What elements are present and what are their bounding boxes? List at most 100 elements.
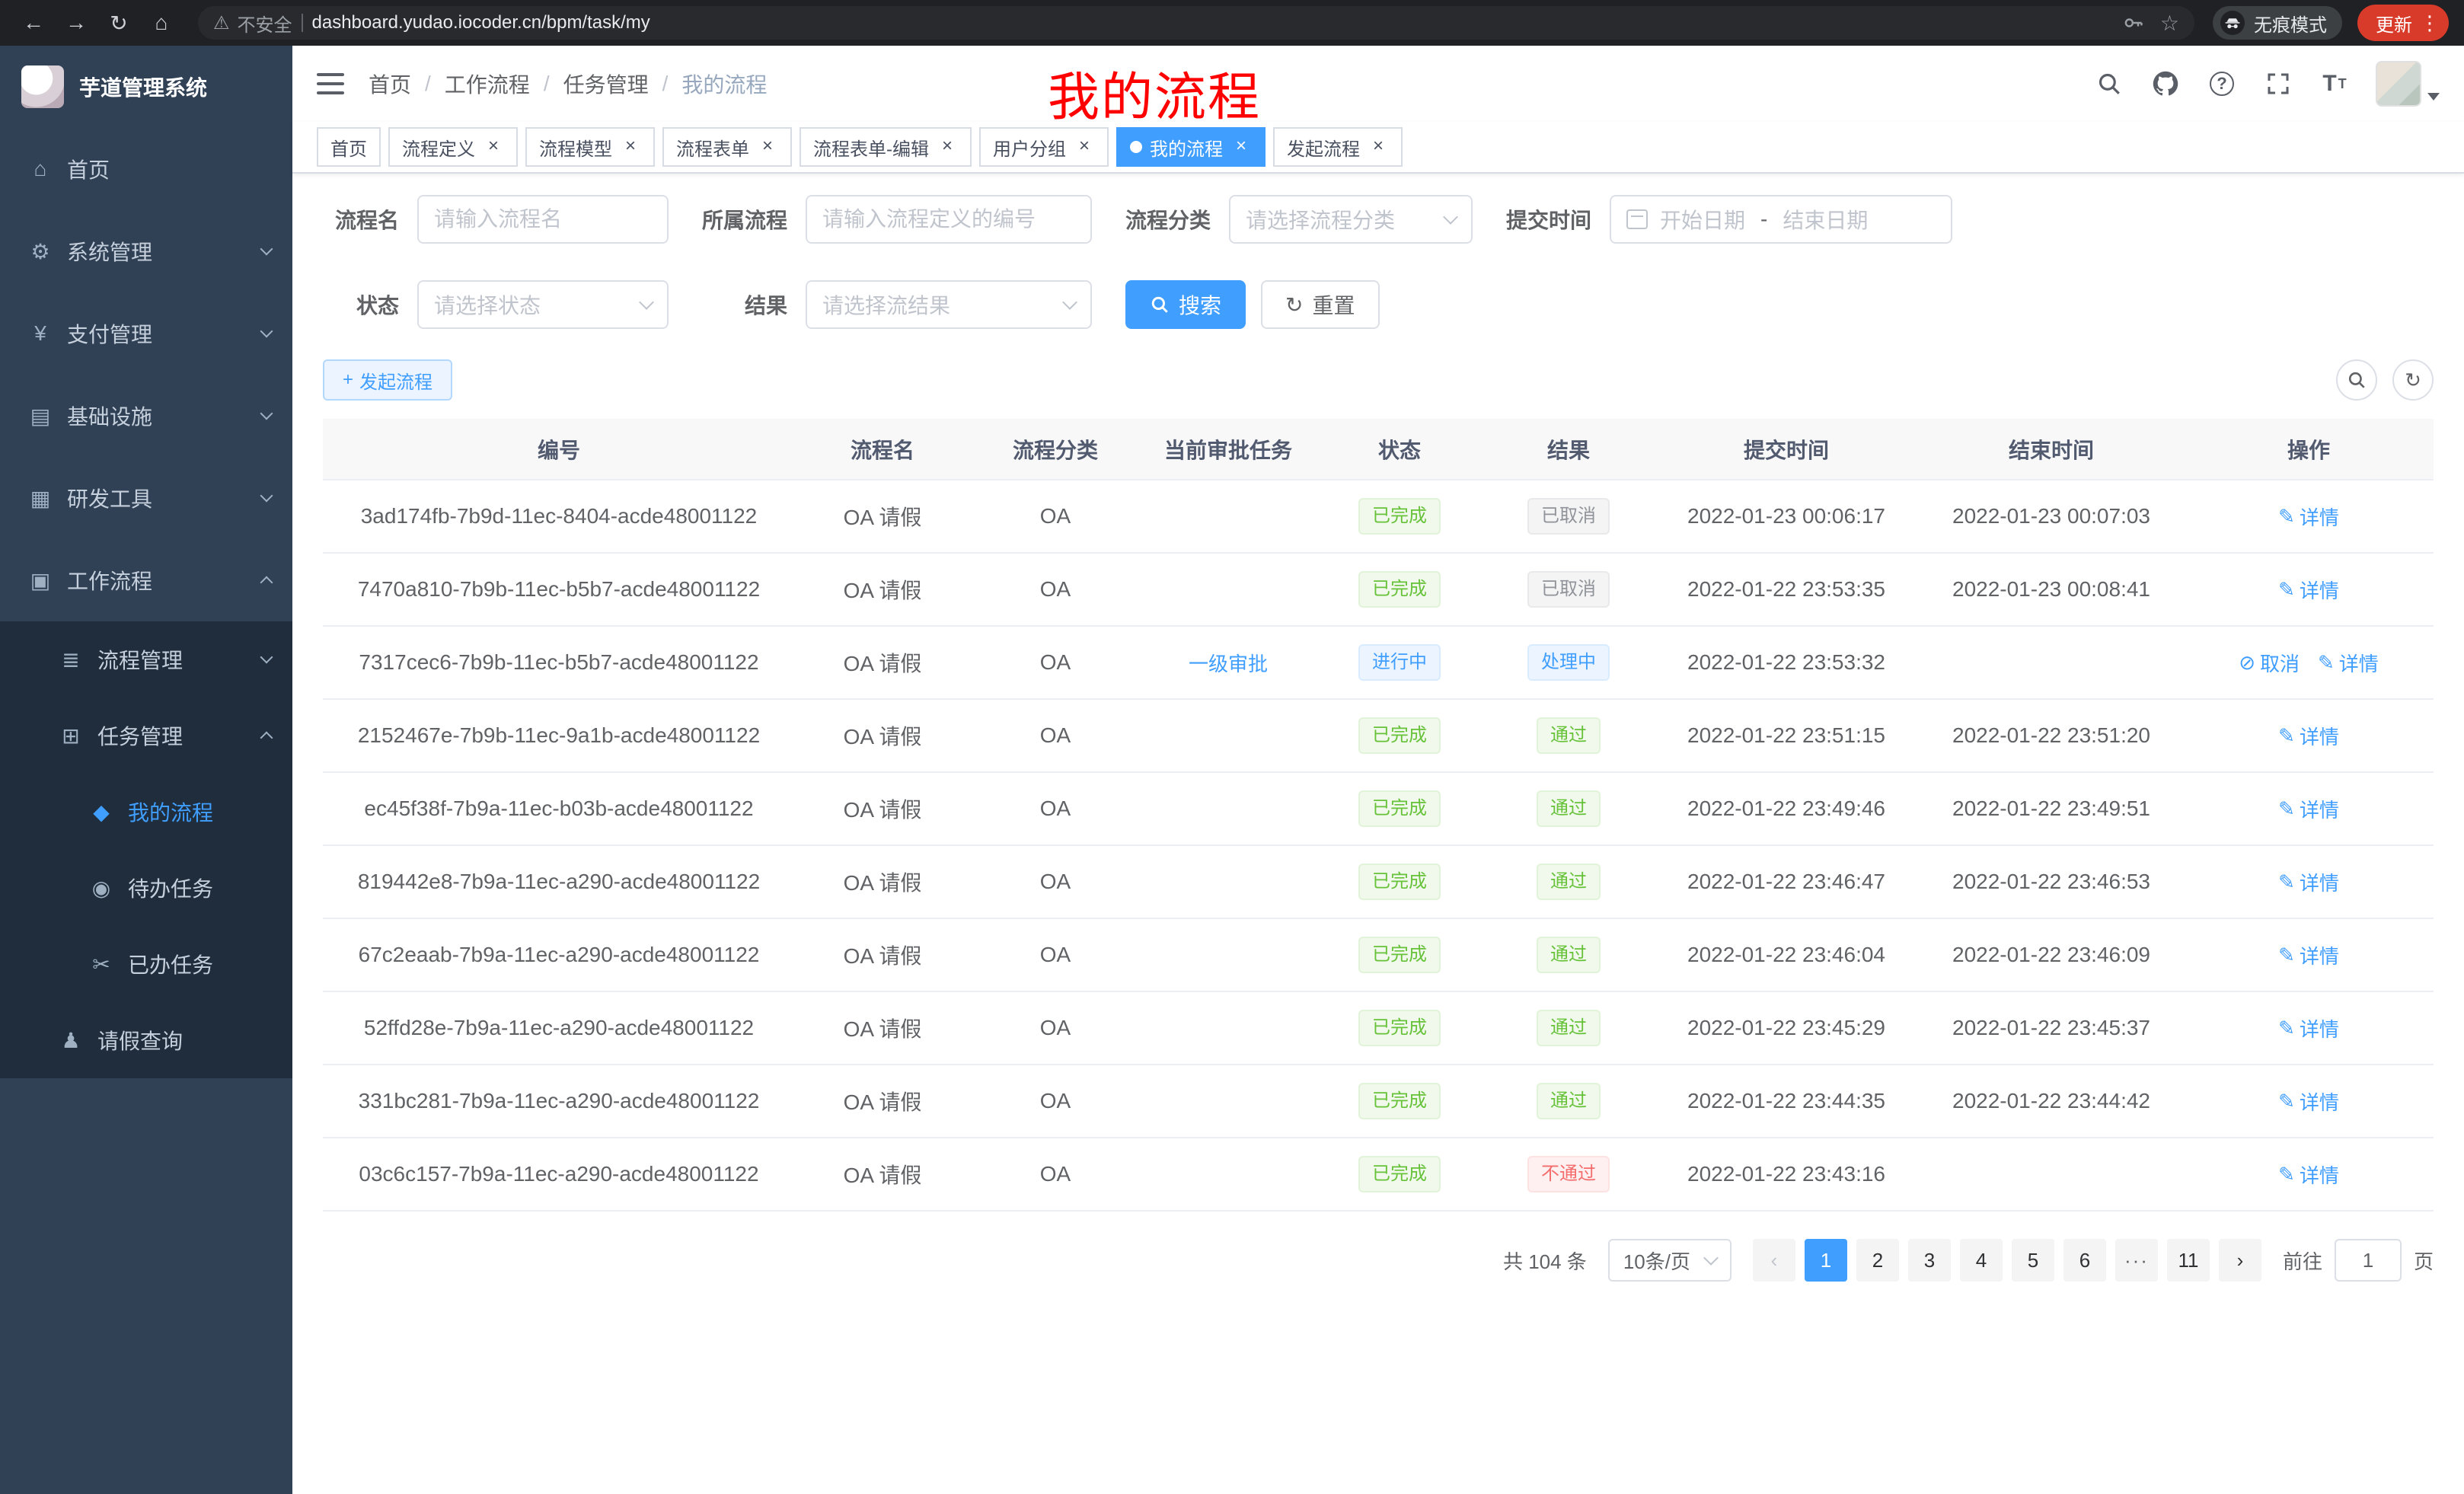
search-button[interactable]: 搜索 xyxy=(1125,280,1246,329)
tab-my-process[interactable]: 我的流程× xyxy=(1116,127,1266,167)
tab-user-group[interactable]: 用户分组× xyxy=(979,127,1109,167)
divider xyxy=(302,14,303,32)
page-button-2[interactable]: 2 xyxy=(1856,1239,1899,1282)
detail-action[interactable]: ✎详情 xyxy=(2278,1087,2339,1116)
jump-input[interactable] xyxy=(2335,1239,2402,1282)
browser-back-icon[interactable]: ← xyxy=(15,5,52,41)
tab-process-form-edit[interactable]: 流程表单-编辑× xyxy=(800,127,972,167)
sidebar-item-devtools[interactable]: ▦研发工具 xyxy=(0,457,292,539)
result-select[interactable]: 请选择流结果 xyxy=(806,280,1092,329)
browser-forward-icon[interactable]: → xyxy=(58,5,94,41)
incognito-badge[interactable]: 无痕模式 xyxy=(2213,6,2342,40)
password-key-icon[interactable] xyxy=(2122,11,2145,34)
browser-home-icon[interactable]: ⌂ xyxy=(143,5,180,41)
status-select[interactable]: 请选择状态 xyxy=(417,280,669,329)
sidebar-item-done-tasks[interactable]: ✂已办任务 xyxy=(0,926,292,1002)
user-avatar[interactable] xyxy=(2376,61,2440,107)
process-name-input[interactable] xyxy=(434,207,652,231)
detail-action[interactable]: ✎详情 xyxy=(2318,649,2379,677)
jump-unit: 页 xyxy=(2414,1247,2434,1275)
detail-action[interactable]: ✎详情 xyxy=(2278,722,2339,750)
close-icon[interactable]: × xyxy=(483,136,504,158)
cell-status: 进行中 xyxy=(1316,626,1483,699)
toggle-search-button[interactable] xyxy=(2336,359,2377,401)
page-button-4[interactable]: 4 xyxy=(1960,1239,2003,1282)
close-icon[interactable]: × xyxy=(1230,136,1252,158)
chevron-down-icon xyxy=(260,243,273,256)
cell-result: 通过 xyxy=(1483,845,1654,918)
sidebar-item-infrastructure[interactable]: ▤基础设施 xyxy=(0,375,292,457)
close-icon[interactable]: × xyxy=(937,136,958,158)
page-button-11[interactable]: 11 xyxy=(2167,1239,2210,1282)
breadcrumb-item: 我的流程 xyxy=(681,69,767,99)
current-task-link[interactable]: 一级审批 xyxy=(1189,649,1268,677)
start-process-button[interactable]: + 发起流程 xyxy=(323,359,452,401)
hamburger-icon[interactable] xyxy=(317,73,344,94)
close-icon[interactable]: × xyxy=(620,136,641,158)
column-header: 结束时间 xyxy=(1919,419,2184,480)
cell-result: 通过 xyxy=(1483,991,1654,1065)
workflow-icon: ▣ xyxy=(27,568,53,593)
detail-action[interactable]: ✎详情 xyxy=(2278,868,2339,896)
font-size-icon[interactable]: TT xyxy=(2319,69,2350,99)
breadcrumb-item[interactable]: 首页 xyxy=(369,69,411,99)
sidebar-item-leave-query[interactable]: ♟请假查询 xyxy=(0,1002,292,1078)
cell-process-name: OA 请假 xyxy=(795,480,970,553)
tab-process-model[interactable]: 流程模型× xyxy=(525,127,655,167)
cell-submit-time: 2022-01-22 23:49:46 xyxy=(1654,772,1919,845)
app-logo-bar[interactable]: 芋道管理系统 xyxy=(0,46,292,128)
search-icon[interactable] xyxy=(2094,69,2124,99)
page-button-5[interactable]: 5 xyxy=(2012,1239,2054,1282)
cancel-action[interactable]: ⊘取消 xyxy=(2239,649,2300,677)
tab-home[interactable]: 首页 xyxy=(317,127,381,167)
kebab-menu-icon[interactable]: ⋮ xyxy=(2420,11,2440,35)
page-button-3[interactable]: 3 xyxy=(1908,1239,1951,1282)
reset-button[interactable]: ↻ 重置 xyxy=(1261,280,1379,329)
date-range-picker[interactable]: 开始日期 - 结束日期 xyxy=(1610,195,1952,244)
sidebar-item-home[interactable]: ⌂首页 xyxy=(0,128,292,210)
help-icon[interactable]: ? xyxy=(2207,69,2237,99)
cell-status: 已完成 xyxy=(1316,553,1483,626)
more-pages-button[interactable]: ··· xyxy=(2115,1239,2158,1282)
github-icon[interactable] xyxy=(2150,69,2181,99)
address-bar[interactable]: ⚠ 不安全 dashboard.yudao.iocoder.cn/bpm/tas… xyxy=(198,6,2194,40)
update-button[interactable]: 更新 ⋮ xyxy=(2357,5,2449,41)
browser-reload-icon[interactable]: ↻ xyxy=(101,5,137,41)
refresh-button[interactable]: ↻ xyxy=(2392,359,2434,401)
detail-action[interactable]: ✎详情 xyxy=(2278,795,2339,823)
security-status[interactable]: ⚠ 不安全 xyxy=(213,10,292,37)
sidebar-item-system[interactable]: ⚙系统管理 xyxy=(0,210,292,292)
breadcrumb-item[interactable]: 任务管理 xyxy=(563,69,649,99)
fullscreen-icon[interactable] xyxy=(2263,69,2293,99)
cell-current-task xyxy=(1141,772,1316,845)
close-icon[interactable]: × xyxy=(1074,136,1095,158)
sidebar-item-payment[interactable]: ¥支付管理 xyxy=(0,292,292,375)
sidebar-item-todo-tasks[interactable]: ◉待办任务 xyxy=(0,850,292,926)
cell-current-task xyxy=(1141,845,1316,918)
sidebar-item-task-management[interactable]: ⊞任务管理 xyxy=(0,698,292,774)
page-button-1[interactable]: 1 xyxy=(1805,1239,1847,1282)
process-category-select[interactable]: 请选择流程分类 xyxy=(1229,195,1473,244)
prev-page-button[interactable]: ‹ xyxy=(1753,1239,1795,1282)
detail-action[interactable]: ✎详情 xyxy=(2278,503,2339,531)
next-page-button[interactable]: › xyxy=(2219,1239,2261,1282)
close-icon[interactable]: × xyxy=(757,136,778,158)
detail-action[interactable]: ✎详情 xyxy=(2278,941,2339,969)
breadcrumb-item[interactable]: 工作流程 xyxy=(445,69,530,99)
detail-action[interactable]: ✎详情 xyxy=(2278,1160,2339,1189)
page-button-6[interactable]: 6 xyxy=(2063,1239,2106,1282)
sidebar-item-my-process[interactable]: ◆我的流程 xyxy=(0,774,292,850)
page-size-select[interactable]: 10条/页 xyxy=(1608,1239,1732,1282)
sidebar-item-process-management[interactable]: ≣流程管理 xyxy=(0,621,292,698)
detail-action[interactable]: ✎详情 xyxy=(2278,576,2339,604)
process-definition-input[interactable] xyxy=(822,207,1075,231)
column-header: 当前审批任务 xyxy=(1141,419,1316,480)
tab-process-form[interactable]: 流程表单× xyxy=(662,127,792,167)
tab-process-definition[interactable]: 流程定义× xyxy=(388,127,518,167)
sidebar-item-workflow[interactable]: ▣工作流程 xyxy=(0,539,292,621)
close-icon[interactable]: × xyxy=(1368,136,1389,158)
detail-action[interactable]: ✎详情 xyxy=(2278,1014,2339,1042)
bookmark-star-icon[interactable]: ☆ xyxy=(2160,11,2179,36)
tab-start-process[interactable]: 发起流程× xyxy=(1273,127,1403,167)
cell-process-name: OA 请假 xyxy=(795,699,970,772)
